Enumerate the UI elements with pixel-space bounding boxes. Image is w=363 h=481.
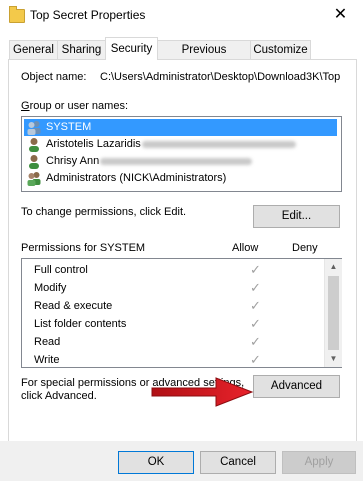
user-name: Chrisy Ann: [46, 155, 100, 167]
permission-name: Read & execute: [34, 300, 113, 312]
apply-button[interactable]: Apply: [282, 451, 356, 474]
advanced-hint-line2: click Advanced.: [21, 390, 97, 402]
permission-name: Write: [34, 354, 60, 366]
ok-button[interactable]: OK: [118, 451, 194, 474]
object-name-value: C:\Users\Administrator\Desktop\Download3…: [100, 71, 340, 83]
permission-name: Read: [34, 336, 61, 348]
permission-name: Modify: [34, 282, 67, 294]
users-listbox[interactable]: SYSTEM Aristotelis Lazaridis Chrisy Ann …: [21, 116, 342, 192]
list-item-administrators[interactable]: Administrators (NICK\Administrators): [24, 170, 337, 187]
allow-check-icon: ✓: [250, 262, 261, 277]
allow-check-icon: ✓: [250, 316, 261, 331]
redaction-blur: [100, 158, 252, 165]
permission-row: Read ✓: [34, 333, 294, 351]
group-users-label-text: roup or user names:: [29, 100, 128, 112]
object-name-label: Object name:: [21, 71, 87, 83]
scroll-thumb[interactable]: [328, 276, 339, 350]
user-name: Aristotelis Lazaridis: [46, 138, 141, 150]
user-name: Administrators (NICK\Administrators): [46, 172, 227, 184]
permission-row: Write ✓: [34, 351, 294, 369]
group-users-icon: [27, 172, 41, 186]
user-name: SYSTEM: [46, 121, 92, 133]
permission-row: Modify ✓: [34, 279, 294, 297]
list-item-chrisy[interactable]: Chrisy Ann: [24, 153, 337, 170]
list-item-system[interactable]: SYSTEM: [24, 119, 337, 136]
permission-name: Full control: [34, 264, 88, 276]
list-item-aristotelis[interactable]: Aristotelis Lazaridis: [24, 136, 337, 153]
user-icon: [29, 138, 39, 152]
advanced-button[interactable]: Advanced: [253, 375, 340, 398]
permissions-label: Permissions for SYSTEM: [21, 242, 146, 254]
group-users-label: Group or user names:: [21, 100, 128, 112]
permission-row: Read & execute ✓: [34, 297, 294, 315]
edit-button[interactable]: Edit...: [253, 205, 340, 228]
permission-row: Full control ✓: [34, 261, 294, 279]
redaction-blur: [142, 141, 296, 148]
permissions-scrollbar[interactable]: ▲ ▼: [324, 259, 342, 367]
allow-check-icon: ✓: [250, 352, 261, 367]
permission-name: List folder contents: [34, 318, 127, 330]
permission-row: List folder contents ✓: [34, 315, 294, 333]
group-users-icon: [27, 121, 41, 135]
allow-check-icon: ✓: [250, 280, 261, 295]
user-icon: [29, 155, 39, 169]
cancel-button[interactable]: Cancel: [200, 451, 276, 474]
permissions-list[interactable]: Full control ✓ Modify ✓ Read & execute ✓…: [21, 258, 342, 368]
allow-check-icon: ✓: [250, 334, 261, 349]
deny-header: Deny: [292, 242, 318, 254]
scroll-down-icon[interactable]: ▼: [325, 351, 342, 367]
allow-check-icon: ✓: [250, 298, 261, 313]
red-arrow-icon: [151, 377, 254, 407]
scroll-up-icon[interactable]: ▲: [325, 259, 342, 275]
allow-header: Allow: [232, 242, 259, 254]
change-permissions-hint: To change permissions, click Edit.: [21, 206, 187, 218]
